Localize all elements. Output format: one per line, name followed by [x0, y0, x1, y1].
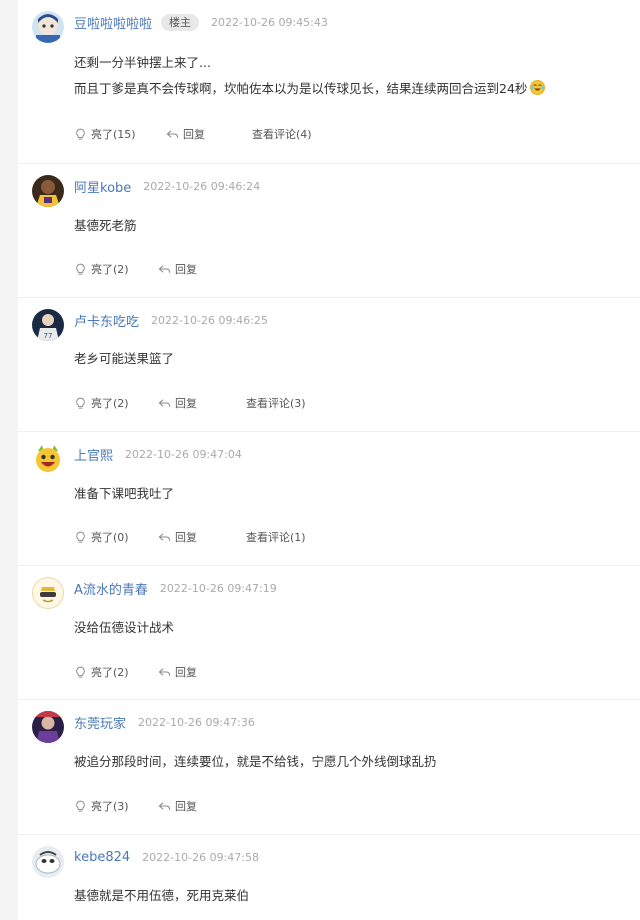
reply-arrow-icon: [158, 667, 171, 676]
avatar[interactable]: [32, 577, 64, 609]
like-count: 亮了(15): [91, 128, 136, 141]
timestamp: 2022-10-26 09:47:04: [125, 448, 242, 461]
comment-text: 老乡可能送果篮了: [74, 346, 174, 372]
op-badge: 楼主: [161, 14, 200, 31]
reply-label: 回复: [175, 666, 197, 679]
username[interactable]: 上官熙: [74, 449, 113, 464]
like-button[interactable]: 亮了(2): [74, 395, 129, 411]
comment-line: 基德就是不用伍德，死用克莱伯: [74, 888, 250, 903]
comment-item: 77 卢卡东吃吃 2022-10-26 09:46:25 老乡可能送果篮了 亮了(…: [18, 298, 640, 432]
view-replies-link[interactable]: 查看评论(1): [246, 529, 306, 545]
reply-button[interactable]: 回复: [166, 126, 205, 142]
timestamp: 2022-10-26 09:47:58: [142, 851, 259, 864]
like-button[interactable]: 亮了(2): [74, 261, 129, 277]
comment-item: A流水的青春 2022-10-26 09:47:19 没给伍德设计战术 亮了(2)…: [18, 566, 640, 700]
like-button[interactable]: 亮了(15): [74, 126, 136, 142]
reply-label: 回复: [183, 128, 205, 141]
comment-text: 被追分那段时间，连续要位，就是不给钱，宁愿几个外线倒球乱扔: [74, 749, 437, 775]
comment-item: kebe824 2022-10-26 09:47:58 基德就是不用伍德，死用克莱…: [18, 835, 640, 920]
lightbulb-icon: [76, 531, 85, 543]
comment-header: 东莞玩家 2022-10-26 09:47:36: [74, 712, 255, 732]
comment-header: 阿星kobe 2022-10-26 09:46:24: [74, 176, 261, 196]
timestamp: 2022-10-26 09:47:19: [159, 582, 277, 595]
comment-header: 豆啦啦啦啦啦 楼主 2022-10-26 09:45:43: [74, 12, 328, 32]
reply-arrow-icon: [166, 129, 179, 138]
comment-item: 上官熙 2022-10-26 09:47:04 准备下课吧我吐了 亮了(0) 回复…: [18, 432, 640, 566]
view-replies-label: 查看评论(3): [246, 397, 306, 410]
comment-item: 东莞玩家 2022-10-26 09:47:36 被追分那段时间，连续要位，就是不…: [18, 700, 640, 835]
lightbulb-icon: [76, 800, 85, 812]
comment-header: kebe824 2022-10-26 09:47:58: [74, 847, 259, 865]
laughing-tears-emoji-icon: [530, 78, 546, 104]
username[interactable]: 豆啦啦啦啦啦: [74, 17, 152, 32]
reply-arrow-icon: [158, 532, 171, 541]
reply-label: 回复: [175, 263, 197, 276]
comment-header: A流水的青春 2022-10-26 09:47:19: [74, 578, 277, 598]
comment-line: 还剩一分半钟摆上来了...: [74, 55, 211, 70]
timestamp: 2022-10-26 09:47:36: [138, 716, 255, 729]
avatar[interactable]: [32, 11, 64, 43]
reply-arrow-icon: [158, 398, 171, 407]
reply-button[interactable]: 回复: [158, 798, 197, 814]
view-replies-link[interactable]: 查看评论(3): [246, 395, 306, 411]
comment-list: 豆啦啦啦啦啦 楼主 2022-10-26 09:45:43 还剩一分半钟摆上来了..…: [18, 0, 640, 920]
username[interactable]: 卢卡东吃吃: [74, 315, 139, 330]
username[interactable]: A流水的青春: [74, 583, 148, 598]
reply-button[interactable]: 回复: [158, 664, 197, 680]
reply-button[interactable]: 回复: [158, 395, 197, 411]
like-count: 亮了(3): [91, 800, 129, 813]
username[interactable]: 东莞玩家: [74, 717, 126, 732]
comment-item: 豆啦啦啦啦啦 楼主 2022-10-26 09:45:43 还剩一分半钟摆上来了..…: [18, 0, 640, 164]
comment-line: 基德死老筋: [74, 218, 137, 233]
comment-line: 而且丁爹是真不会传球啊，坎帕佐本以为是以传球见长，结果连续两回合运到24秒: [74, 76, 546, 104]
reply-button[interactable]: 回复: [158, 261, 197, 277]
comment-line: 准备下课吧我吐了: [74, 486, 175, 501]
view-replies-label: 查看评论(4): [252, 128, 312, 141]
reply-arrow-icon: [158, 264, 171, 273]
avatar[interactable]: [32, 711, 64, 743]
lightbulb-icon: [76, 263, 85, 275]
reply-arrow-icon: [158, 801, 171, 810]
comment-text: 基德就是不用伍德，死用克莱伯: [74, 883, 249, 909]
avatar[interactable]: [32, 846, 64, 878]
avatar[interactable]: [32, 175, 64, 207]
lightbulb-icon: [76, 397, 85, 409]
username[interactable]: 阿星kobe: [74, 181, 131, 196]
reply-label: 回复: [175, 531, 197, 544]
comment-text: 基德死老筋: [74, 213, 137, 239]
timestamp: 2022-10-26 09:45:43: [211, 16, 328, 29]
timestamp: 2022-10-26 09:46:25: [151, 314, 268, 327]
comment-item: 阿星kobe 2022-10-26 09:46:24 基德死老筋 亮了(2) 回复: [18, 164, 640, 298]
username[interactable]: kebe824: [74, 850, 130, 865]
comment-header: 上官熙 2022-10-26 09:47:04: [74, 444, 242, 464]
lightbulb-icon: [76, 128, 85, 140]
avatar[interactable]: 77: [32, 309, 64, 341]
comment-line: 老乡可能送果篮了: [74, 351, 175, 366]
like-count: 亮了(0): [91, 531, 129, 544]
like-button[interactable]: 亮了(3): [74, 798, 129, 814]
like-count: 亮了(2): [91, 263, 129, 276]
lightbulb-icon: [76, 666, 85, 678]
comment-line: 没给伍德设计战术: [74, 620, 175, 635]
svg-text:77: 77: [44, 332, 53, 340]
view-replies-link[interactable]: 查看评论(4): [252, 126, 312, 142]
comment-line: 被追分那段时间，连续要位，就是不给钱，宁愿几个外线倒球乱扔: [74, 754, 437, 769]
like-button[interactable]: 亮了(0): [74, 529, 129, 545]
like-button[interactable]: 亮了(2): [74, 664, 129, 680]
timestamp: 2022-10-26 09:46:24: [143, 180, 261, 193]
view-replies-label: 查看评论(1): [246, 531, 306, 544]
like-count: 亮了(2): [91, 397, 129, 410]
reply-label: 回复: [175, 800, 197, 813]
comment-text: 没给伍德设计战术: [74, 615, 174, 641]
reply-label: 回复: [175, 397, 197, 410]
comment-text: 还剩一分半钟摆上来了... 而且丁爹是真不会传球啊，坎帕佐本以为是以传球见长，结…: [74, 50, 546, 104]
like-count: 亮了(2): [91, 666, 129, 679]
comment-text: 准备下课吧我吐了: [74, 481, 174, 507]
avatar[interactable]: [32, 443, 64, 475]
reply-button[interactable]: 回复: [158, 529, 197, 545]
comment-header: 卢卡东吃吃 2022-10-26 09:46:25: [74, 310, 268, 330]
